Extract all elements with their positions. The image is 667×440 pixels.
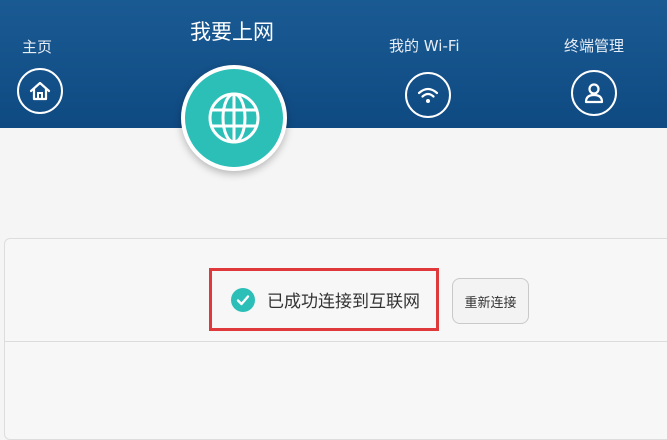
connection-status-box: 已成功连接到互联网 <box>209 268 439 331</box>
nav-label-wifi: 我的 Wi-Fi <box>389 37 460 55</box>
nav-label-internet: 我要上网 <box>190 20 274 44</box>
top-nav-bar <box>0 0 667 128</box>
nav-label-terminal: 终端管理 <box>564 37 625 55</box>
wifi-icon[interactable] <box>405 72 451 118</box>
nav-label-home: 主页 <box>22 38 53 56</box>
home-icon[interactable] <box>17 68 63 114</box>
nav-internet-active-circle[interactable] <box>181 65 287 171</box>
panel-divider <box>4 341 667 342</box>
check-circle-icon <box>231 287 255 312</box>
connection-status-text: 已成功连接到互联网 <box>267 292 420 312</box>
user-icon[interactable] <box>571 70 617 116</box>
reconnect-button[interactable]: 重新连接 <box>452 278 529 324</box>
globe-icon <box>185 69 283 167</box>
